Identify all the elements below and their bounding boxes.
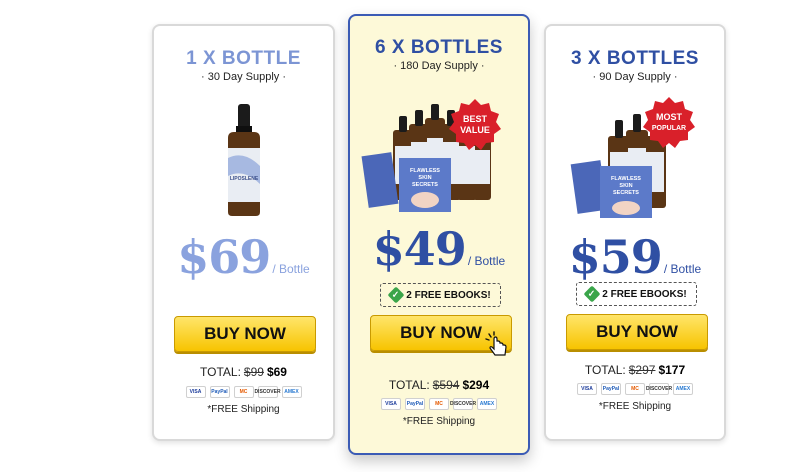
check-icon: ✓ [387, 286, 405, 304]
ebook-title-line-3: SECRETS [412, 182, 438, 188]
total-line: TOTAL: $99 $69 [154, 365, 333, 379]
per-bottle-label: / Bottle [663, 262, 702, 276]
price: $59 [568, 230, 663, 284]
old-total: $297 [628, 363, 656, 377]
amex-icon: AMEX [477, 398, 497, 410]
package-title: 6 X BOTTLES [375, 37, 503, 58]
visa-icon: VISA [185, 386, 206, 398]
shipping-note: *FREE Shipping [598, 401, 672, 412]
price: $69 [177, 230, 271, 284]
best-value-badge: BEST VALUE [448, 98, 502, 157]
check-icon: ✓ [583, 285, 601, 303]
price-block: $59/ Bottle [546, 230, 724, 284]
free-ebooks-label: 2 FREE EBOOKS! [406, 289, 491, 301]
mastercard-icon: MC [233, 386, 254, 398]
discover-icon: DISCOVER [646, 383, 672, 395]
package-title: 3 X BOTTLES [571, 48, 699, 69]
ebook-title-line-2: SKIN [619, 183, 632, 189]
free-ebooks-box: ✓ 2 FREE EBOOKS! [576, 282, 697, 306]
ebook-title-line-2: SKIN [418, 175, 431, 181]
pointer-hand-icon [484, 331, 510, 362]
total-line: TOTAL: $297 $177 [546, 363, 724, 377]
bottle-label: LIPOSLENE [229, 176, 258, 182]
discover-icon: DISCOVER [450, 398, 476, 410]
shipping-note: *FREE Shipping [207, 404, 280, 415]
badge-line-2: VALUE [460, 125, 490, 135]
free-ebooks-box: ✓ 2 FREE EBOOKS! [380, 283, 501, 307]
package-card-6-bottles: 6 X BOTTLES · 180 Day Supply · FLAWLESS … [348, 14, 530, 455]
new-total: $177 [658, 363, 686, 377]
supply-text: · 90 Day Supply · [592, 71, 678, 83]
ebook-title-line-1: FLAWLESS [410, 168, 440, 174]
package-card-1-bottle: 1 X BOTTLE · 30 Day Supply · LIPOSLENE $… [152, 24, 335, 441]
price-block: $69/ Bottle [154, 230, 333, 284]
per-bottle-label: / Bottle [272, 262, 310, 276]
free-ebooks-label: 2 FREE EBOOKS! [602, 288, 687, 300]
package-title: 1 X BOTTLE [186, 48, 301, 69]
visa-icon: VISA [577, 383, 597, 395]
package-card-3-bottles: 3 X BOTTLES · 90 Day Supply · FLAWLESS S… [544, 24, 726, 441]
old-total: $99 [243, 365, 264, 379]
badge-line-1: MOST [656, 112, 683, 122]
discover-icon: DISCOVER [254, 386, 281, 398]
mastercard-icon: MC [429, 398, 449, 410]
paypal-icon: PayPal [405, 398, 425, 410]
payment-icons: VISA PayPal MC DISCOVER AMEX [546, 383, 724, 395]
payment-icons: VISA PayPal MC DISCOVER AMEX [350, 398, 528, 410]
supply-text: · 30 Day Supply · [201, 71, 286, 83]
buy-now-button[interactable]: BUY NOW [174, 316, 316, 352]
total-label: TOTAL: [388, 378, 430, 392]
amex-icon: AMEX [281, 386, 302, 398]
ebook-title-line-1: FLAWLESS [611, 176, 641, 182]
total-label: TOTAL: [584, 363, 626, 377]
price: $49 [372, 222, 467, 276]
paypal-icon: PayPal [209, 386, 230, 398]
shipping-note: *FREE Shipping [402, 416, 476, 427]
product-image: FLAWLESS SKIN SECRETS [546, 102, 724, 222]
ebook-title-line-3: SECRETS [613, 190, 639, 196]
new-total: $69 [266, 365, 287, 379]
total-label: TOTAL: [200, 365, 241, 379]
paypal-icon: PayPal [601, 383, 621, 395]
buy-now-button[interactable]: BUY NOW [566, 314, 708, 350]
product-image: LIPOSLENE [154, 98, 333, 218]
badge-line-1: BEST [463, 114, 488, 124]
per-bottle-label: / Bottle [467, 254, 506, 268]
mastercard-icon: MC [625, 383, 645, 395]
old-total: $594 [432, 378, 460, 392]
supply-text: · 180 Day Supply · [393, 60, 485, 72]
price-block: $49/ Bottle [350, 222, 528, 276]
most-popular-badge: MOST POPULAR [642, 96, 696, 155]
amex-icon: AMEX [673, 383, 693, 395]
badge-line-2: POPULAR [652, 125, 686, 132]
visa-icon: VISA [381, 398, 401, 410]
new-total: $294 [462, 378, 490, 392]
payment-icons: VISA PayPal MC DISCOVER AMEX [154, 386, 333, 398]
total-line: TOTAL: $594 $294 [350, 378, 528, 392]
